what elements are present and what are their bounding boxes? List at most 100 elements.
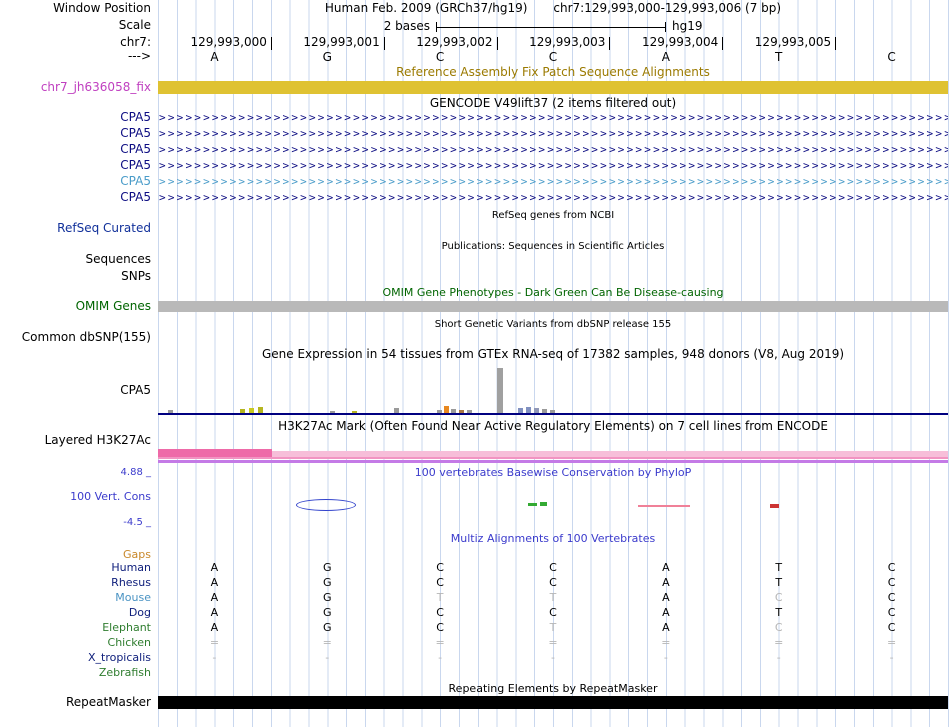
gencode-transcript-row[interactable]: >>>>>>>>>>>>>>>>>>>>>>>>>>>>>>>>>>>>>>>>… [159,111,948,126]
alignment-base: - [550,651,555,664]
reference-base: C [435,50,445,64]
alignment-base: A [210,561,219,574]
alignment-base: T [775,606,783,619]
coordinate-tick [609,37,610,50]
alignment-base: A [210,606,219,619]
alignment-base: = [548,636,558,649]
alignment-base: = [661,636,671,649]
species-label-human[interactable]: Human [0,561,153,574]
gtex-expression-bar [542,409,547,413]
layered-h3k27ac-label[interactable]: Layered H3K27Ac [0,434,153,447]
alignment-base: A [662,576,670,589]
gtex-expression-bar [518,408,523,413]
alignment-base: T [549,591,557,604]
gtex-expression-bar [451,409,456,413]
alignment-base: G [323,561,332,574]
alignment-base: C [887,561,896,574]
gtex-expression-track[interactable] [158,367,948,415]
gencode-gene-label[interactable]: CPA5 [0,191,153,204]
omim-genes-bar[interactable] [158,301,948,312]
conservation-track-label[interactable]: 100 Vert. Cons [0,490,153,503]
coordinate-tick [384,37,385,50]
window-coordinates: chr7:129,993,000-129,993,006 (7 bp) [553,1,782,15]
reference-base: A [210,50,219,64]
position-title: Human Feb. 2009 (GRCh37/hg19) chr7:129,99… [158,2,948,15]
gtex-expression-bar [459,410,464,413]
alignment-base: A [210,621,219,634]
repeatmasker-label[interactable]: RepeatMasker [0,696,153,709]
gtex-baseline [158,413,948,415]
reference-base: C [887,50,896,64]
coordinate-label: 129,993,002 [416,35,493,49]
gtex-expression-bar [550,410,555,413]
alignment-base: T [549,621,557,634]
scale-value: 2 bases [383,19,430,33]
conservation-mark [296,499,356,511]
reference-base: G [322,50,332,64]
conservation-mark [540,502,547,506]
coordinate-label: 129,993,001 [303,35,380,49]
fix-patch-track-label[interactable]: chr7_jh636058_fix [0,81,153,94]
alignment-base: = [886,636,897,649]
strand-arrow-label: ---> [127,49,151,63]
omim-genes-label[interactable]: OMIM Genes [0,300,153,313]
species-label-elephant[interactable]: Elephant [0,621,153,634]
alignment-base: = [774,636,784,649]
coordinate-label: 129,993,004 [641,35,719,49]
gtex-gene-label[interactable]: CPA5 [0,384,153,397]
species-label-rhesus[interactable]: Rhesus [0,576,153,589]
alignment-base: C [774,591,783,604]
gencode-gene-label[interactable]: CPA5 [0,159,153,172]
omim-track-header: OMIM Gene Phenotypes - Dark Green Can Be… [382,286,724,299]
conservation-min-value: -4.5 _ [123,517,151,528]
species-label-chicken[interactable]: Chicken [0,636,153,649]
dbsnp-track-header: Short Genetic Variants from dbSNP releas… [434,319,672,330]
gencode-gene-label[interactable]: CPA5 [0,111,153,124]
alignment-base: C [774,621,783,634]
alignment-base: = [322,636,332,649]
reference-base: T [775,50,783,64]
species-label-zebrafish[interactable]: Zebrafish [0,666,153,679]
alignment-base: - [438,651,443,664]
chromosome-label: chr7: [120,35,151,49]
coordinate-tick [722,37,723,50]
alignment-base: - [776,651,781,664]
gencode-gene-label[interactable]: CPA5 [0,175,153,188]
snps-track-label[interactable]: SNPs [0,270,153,283]
alignment-base: A [662,606,670,619]
alignment-base: C [887,621,896,634]
common-dbsnp-label[interactable]: Common dbSNP(155) [0,331,153,344]
coordinate-label: 129,993,000 [190,35,267,49]
scale-label: Scale [118,18,151,32]
reference-base: C [548,50,558,64]
sequences-track-label[interactable]: Sequences [0,253,153,266]
alignment-base: G [323,591,332,604]
alignment-base: = [435,636,445,649]
window-position-label: Window Position [53,1,151,15]
conservation-track[interactable] [158,474,948,526]
conservation-max-value: 4.88 _ [120,467,151,478]
gtex-expression-bar [534,408,539,413]
alignment-base: A [210,591,219,604]
species-label-mouse[interactable]: Mouse [0,591,153,604]
gencode-transcript-row[interactable]: >>>>>>>>>>>>>>>>>>>>>>>>>>>>>>>>>>>>>>>>… [159,191,948,206]
gencode-gene-label[interactable]: CPA5 [0,127,153,140]
species-label-dog[interactable]: Dog [0,606,153,619]
publications-track-header: Publications: Sequences in Scientific Ar… [441,241,665,252]
gencode-gene-label[interactable]: CPA5 [0,143,153,156]
gtex-expression-bar [437,410,442,413]
alignment-base: A [662,621,670,634]
refseq-curated-label[interactable]: RefSeq Curated [0,222,153,235]
gtex-expression-bar [497,368,503,413]
alignment-base: - [663,651,668,664]
fix-patch-bar[interactable] [158,81,948,94]
layered-h3k27ac-track[interactable] [158,448,948,464]
species-label-x_tropicalis[interactable]: X_tropicalis [0,651,153,664]
repeatmasker-bar[interactable] [158,696,948,709]
gencode-transcript-row[interactable]: >>>>>>>>>>>>>>>>>>>>>>>>>>>>>>>>>>>>>>>>… [159,175,948,190]
multiz-track-header: Multiz Alignments of 100 Vertebrates [450,532,656,545]
alignment-base: A [210,576,219,589]
gencode-transcript-row[interactable]: >>>>>>>>>>>>>>>>>>>>>>>>>>>>>>>>>>>>>>>>… [159,127,948,142]
gencode-transcript-row[interactable]: >>>>>>>>>>>>>>>>>>>>>>>>>>>>>>>>>>>>>>>>… [159,159,948,174]
gencode-transcript-row[interactable]: >>>>>>>>>>>>>>>>>>>>>>>>>>>>>>>>>>>>>>>>… [159,143,948,158]
